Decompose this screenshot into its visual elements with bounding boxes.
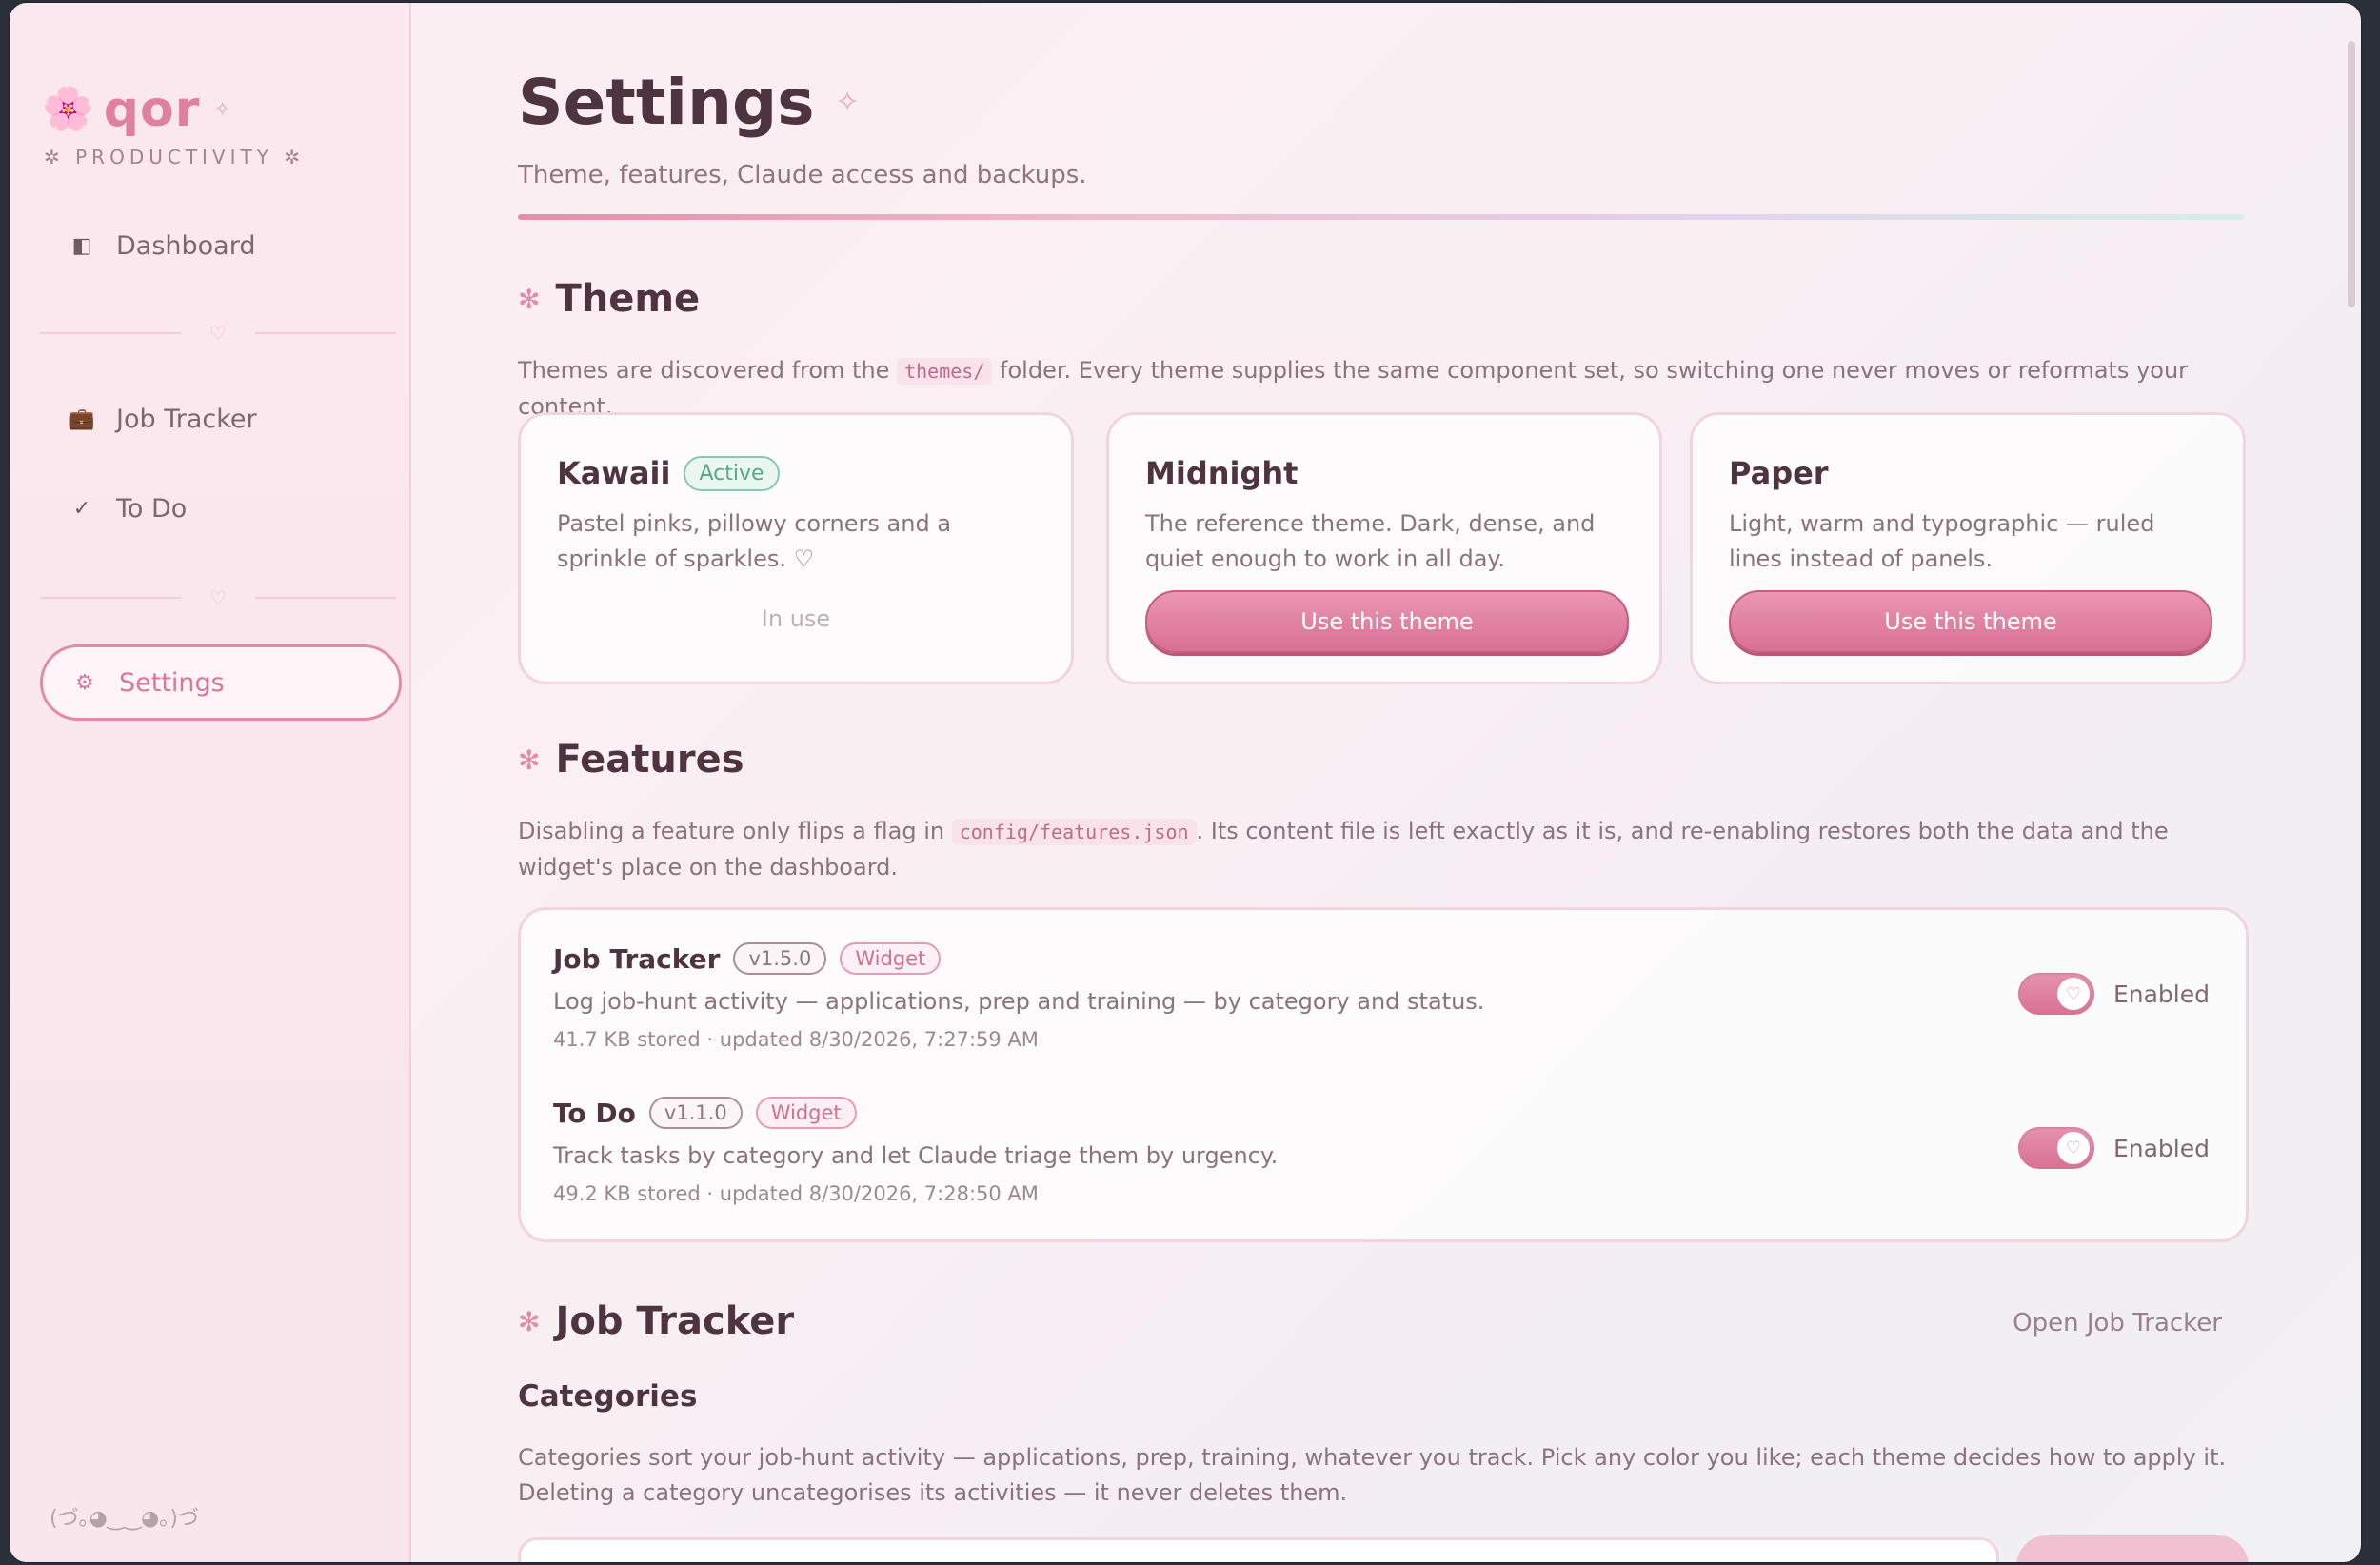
theme-heading-text: Theme [555,277,701,321]
job-tracker-heading: ✻ Job Tracker [518,1299,794,1343]
add-category-button[interactable] [2016,1535,2249,1562]
feature-toggle-todo[interactable]: ♡ Enabled [2017,1127,2210,1169]
title-divider [518,214,2245,220]
theme-card-midnight: Midnight The reference theme. Dark, dens… [1106,412,1662,684]
feature-header: To Do v1.1.0 Widget [553,1097,2210,1129]
category-name-input[interactable] [518,1537,1999,1562]
theme-name-text: Kawaii [557,455,671,491]
in-use-label: In use [761,605,831,632]
brand-subtitle: ✲ PRODUCTIVITY ✲ [44,146,306,168]
briefcase-icon: 💼 [69,406,95,431]
job-tracker-heading-text: Job Tracker [555,1299,795,1343]
brand-logo[interactable]: 🌸 qor ✧ [42,81,231,138]
heart-icon: ♡ [209,322,227,345]
page-title: Settings ✧ [518,66,860,139]
feature-description: Log job-hunt activity — applications, pr… [553,988,1485,1015]
use-theme-button-paper[interactable]: Use this theme [1729,590,2212,653]
checkmark-icon: ✓ [72,496,91,521]
brand-name: qor [103,81,201,138]
sidebar-item-label: Dashboard [116,230,256,261]
categories-subheading: Categories [518,1379,698,1414]
toggle-switch[interactable]: ♡ [2017,973,2094,1015]
sidebar-item-settings[interactable]: ⚙ Settings [40,644,402,721]
toggle-label: Enabled [2112,980,2210,1008]
sidebar-item-job-tracker[interactable]: 💼 Job Tracker [40,384,396,454]
heart-knob-icon: ♡ [2056,978,2090,1010]
version-badge: v1.1.0 [648,1097,743,1129]
theme-name-text: Paper [1729,455,1829,491]
page-subtitle: Theme, features, Claude access and backu… [518,161,1087,189]
toggle-switch[interactable]: ♡ [2017,1127,2094,1169]
widget-badge: Widget [840,942,942,975]
widget-badge: Widget [755,1097,857,1129]
features-config-code: config/features.json [951,819,1197,845]
flower-bullet-icon: ✻ [518,1305,541,1337]
sidebar-item-todo[interactable]: ✓ To Do [40,473,396,544]
sidebar-divider: ♡ [40,319,396,347]
sidebar-item-label: Settings [119,667,225,698]
page-title-text: Settings [518,66,815,139]
version-badge: v1.5.0 [733,942,827,975]
theme-card-kawaii: Kawaii Active Pastel pinks, pillowy corn… [518,412,1074,684]
kaomoji: (づ｡◕‿‿◕｡)づ [50,1507,199,1531]
sidebar: 🌸 qor ✧ ✲ PRODUCTIVITY ✲ ◧ Dashboard ♡ 💼… [10,3,411,1562]
theme-description: The reference theme. Dark, dense, and qu… [1145,510,1596,572]
themes-folder-code: themes/ [897,358,993,385]
theme-name: Paper [1729,455,1829,491]
feature-name: To Do [553,1097,636,1129]
heart-icon: ♡ [209,586,227,609]
theme-card-paper: Paper Light, warm and typographic — rule… [1690,412,2246,684]
feature-row-todo: To Do v1.1.0 Widget Track tasks by categ… [553,1097,2210,1205]
sparkle-icon: ✧ [213,97,231,122]
gear-icon: ⚙ [75,670,94,695]
app-window: 🌸 qor ✧ ✲ PRODUCTIVITY ✲ ◧ Dashboard ♡ 💼… [10,3,2361,1562]
sidebar-divider: ♡ [40,584,396,612]
sidebar-item-label: To Do [116,493,188,524]
heart-knob-icon: ♡ [2056,1132,2090,1164]
flower-bullet-icon: ✻ [518,743,541,776]
active-badge: Active [684,455,780,491]
feature-row-job-tracker: Job Tracker v1.5.0 Widget Log job-hunt a… [553,942,2210,1051]
scrollbar-thumb[interactable] [2348,41,2355,307]
features-heading-text: Features [555,738,744,782]
dashboard-icon: ◧ [71,233,92,258]
sidebar-item-label: Job Tracker [116,404,257,434]
features-card: Job Tracker v1.5.0 Widget Log job-hunt a… [518,907,2249,1242]
theme-name: Midnight [1145,455,1298,491]
feature-description: Track tasks by category and let Claude t… [553,1142,1279,1169]
toggle-label: Enabled [2112,1134,2210,1162]
feature-meta: 49.2 KB stored · updated 8/30/2026, 7:28… [553,1182,1039,1205]
sparkle-icon: ✧ [835,86,860,119]
theme-description: Light, warm and typographic — ruled line… [1729,510,2155,572]
theme-name: Kawaii Active [557,455,780,491]
feature-toggle-job-tracker[interactable]: ♡ Enabled [2017,973,2210,1015]
features-description: Disabling a feature only flips a flag in… [518,814,2247,885]
flower-icon: 🌸 [42,85,94,133]
sidebar-item-dashboard[interactable]: ◧ Dashboard [40,210,396,281]
feature-header: Job Tracker v1.5.0 Widget [553,942,2210,975]
feature-meta: 41.7 KB stored · updated 8/30/2026, 7:27… [553,1028,1039,1051]
features-heading: ✻ Features [518,738,744,782]
feature-name: Job Tracker [553,942,721,975]
use-theme-button-midnight[interactable]: Use this theme [1145,590,1629,653]
theme-desc-text: Themes are discovered from the [518,357,890,384]
theme-heading: ✻ Theme [518,277,700,321]
theme-description: Pastel pinks, pillowy corners and a spri… [557,510,952,572]
flower-bullet-icon: ✻ [518,283,541,315]
features-desc-text: Disabling a feature only flips a flag in [518,818,945,844]
theme-name-text: Midnight [1145,455,1299,491]
categories-description: Categories sort your job-hunt activity —… [518,1444,2227,1506]
open-job-tracker-link[interactable]: Open Job Tracker [2013,1309,2222,1337]
